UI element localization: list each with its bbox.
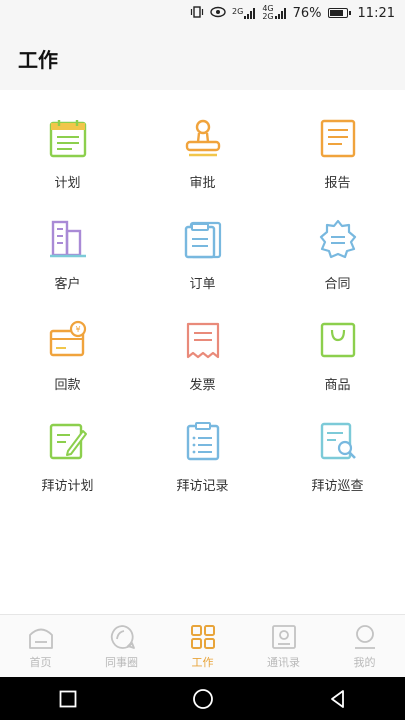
grid-item-label: 拜访巡查 — [311, 479, 364, 494]
grid-item-invoice[interactable]: 发票 — [135, 320, 270, 421]
grid-item-customer[interactable]: 客户 — [0, 219, 135, 320]
battery-percent: 76% — [292, 5, 322, 21]
grid-row: 拜访计划 拜访记录 拜访巡查 — [0, 421, 405, 522]
grid-item-order[interactable]: 订单 — [135, 219, 270, 320]
network-type-stack: 4G 2G — [262, 5, 273, 21]
visit-plan-icon — [49, 423, 87, 460]
grid-row: 计划 审批 报告 — [0, 118, 405, 219]
signal-group-2: 4G 2G — [262, 5, 286, 21]
page-title: 工作 — [18, 47, 58, 72]
grid-item-approval[interactable]: 审批 — [135, 118, 270, 219]
svg-text:¥: ¥ — [75, 325, 80, 334]
grid-item-label: 客户 — [54, 277, 81, 292]
clock: 11:21 — [357, 5, 395, 21]
stamp-icon — [185, 119, 220, 157]
home-button[interactable] — [173, 677, 233, 720]
report-icon — [320, 119, 355, 158]
vibrate-icon — [190, 5, 204, 22]
grid-item-visit-plan[interactable]: 拜访计划 — [0, 421, 135, 522]
tab-label: 工作 — [191, 656, 214, 669]
grid-item-contract[interactable]: 合同 — [270, 219, 405, 320]
payment-icon: ¥ — [49, 320, 86, 357]
circle-icon — [192, 688, 213, 709]
status-bar: 2G 4G 2G 76% 11:21 — [0, 0, 405, 26]
signal-icon — [244, 7, 256, 19]
tab-home[interactable]: 首页 — [0, 615, 81, 677]
grid-item-report[interactable]: 报告 — [270, 118, 405, 219]
network-type-label: 2G — [232, 6, 244, 16]
grid-item-plan[interactable]: 计划 — [0, 118, 135, 219]
signal-group-1: 2G — [232, 6, 256, 19]
tab-contacts[interactable]: 通讯录 — [243, 615, 324, 677]
tab-label: 通讯录 — [267, 656, 300, 669]
eye-icon — [210, 6, 226, 21]
grid-item-label: 订单 — [189, 277, 216, 292]
tab-colleagues[interactable]: 同事圈 — [81, 615, 162, 677]
tab-label: 同事圈 — [105, 656, 138, 669]
system-nav-bar — [0, 677, 405, 720]
recent-apps-button[interactable] — [38, 677, 98, 720]
back-button[interactable] — [308, 677, 368, 720]
grid-item-visit-record[interactable]: 拜访记录 — [135, 421, 270, 522]
contacts-icon — [271, 625, 296, 649]
visit-inspect-icon — [320, 422, 356, 460]
product-icon — [320, 322, 355, 358]
page-header: 工作 — [0, 26, 405, 90]
battery-icon — [327, 8, 351, 18]
work-grid: 计划 审批 报告 客户 订单 合同 ¥ 回款 发票 商品 拜访计划 拜访记录 拜… — [0, 118, 405, 522]
square-icon — [59, 690, 76, 707]
grid-item-label: 计划 — [54, 176, 81, 191]
grid-item-product[interactable]: 商品 — [270, 320, 405, 421]
tab-me[interactable]: 我的 — [324, 615, 405, 677]
network-type-label: 2G — [262, 12, 274, 21]
grid-item-label: 回款 — [54, 378, 81, 393]
tab-label: 我的 — [353, 656, 376, 669]
grid-icon — [190, 625, 215, 649]
chat-icon — [110, 625, 135, 649]
contract-icon — [319, 219, 356, 259]
grid-row: 客户 订单 合同 — [0, 219, 405, 320]
signal-icon — [274, 7, 286, 19]
grid-item-label: 商品 — [324, 378, 351, 393]
grid-item-label: 审批 — [189, 176, 216, 191]
grid-item-label: 报告 — [324, 176, 351, 191]
plan-icon — [49, 120, 86, 158]
home-icon — [28, 628, 53, 649]
tab-work[interactable]: 工作 — [162, 615, 243, 677]
grid-item-payment[interactable]: ¥ 回款 — [0, 320, 135, 421]
grid-item-visit-inspect[interactable]: 拜访巡查 — [270, 421, 405, 522]
visit-record-icon — [186, 422, 219, 461]
grid-item-label: 合同 — [324, 277, 351, 292]
grid-item-label: 拜访计划 — [41, 479, 94, 494]
tab-label: 首页 — [29, 656, 52, 669]
back-triangle-icon — [330, 689, 344, 708]
order-icon — [184, 221, 221, 259]
grid-item-label: 发票 — [189, 378, 216, 393]
building-icon — [49, 220, 86, 258]
grid-row: ¥ 回款 发票 商品 — [0, 320, 405, 421]
grid-item-label: 拜访记录 — [176, 479, 229, 494]
invoice-icon — [186, 322, 219, 359]
bottom-tab-bar: 首页 同事圈 工作 通讯录 我的 — [0, 614, 405, 677]
profile-icon — [354, 625, 375, 649]
